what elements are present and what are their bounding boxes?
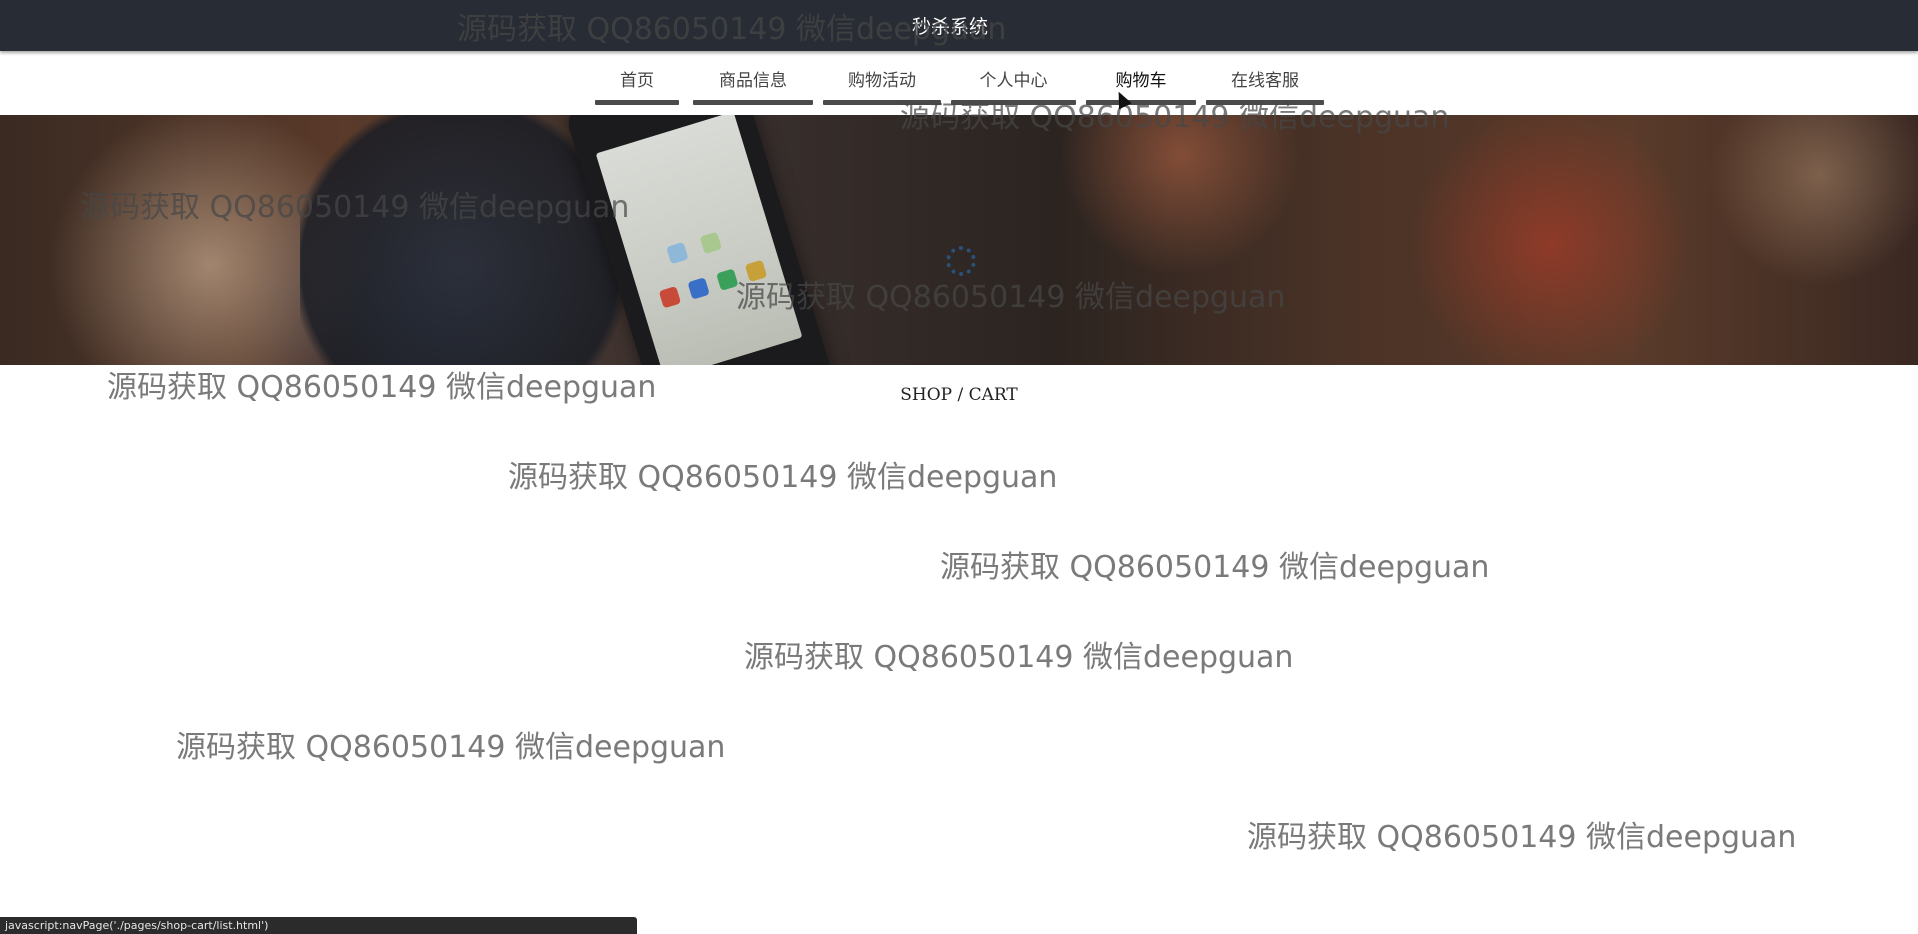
app-icon (658, 285, 682, 309)
nav-item-profile[interactable]: 个人中心 (951, 68, 1076, 108)
watermark-text: 源码获取 QQ86050149 微信deepguan (508, 460, 1058, 495)
main-nav: 首页 商品信息 购物活动 个人中心 购物车 在线客服 (0, 51, 1918, 115)
nav-item-support[interactable]: 在线客服 (1206, 68, 1324, 108)
watermark-text: 源码获取 QQ86050149 微信deepguan (176, 730, 726, 765)
nav-item-label: 购物活动 (848, 71, 916, 91)
nav-underline (595, 100, 679, 105)
nav-item-cart[interactable]: 购物车 (1086, 68, 1196, 108)
loading-spinner-icon (946, 246, 976, 276)
nav-item-label: 商品信息 (719, 71, 787, 91)
nav-item-activities[interactable]: 购物活动 (823, 68, 941, 108)
browser-status-url: javascript:navPage('./pages/shop-cart/li… (0, 917, 637, 934)
breadcrumb: SHOP / CART (900, 385, 1018, 405)
nav-underline (951, 100, 1076, 105)
watermark-text: 源码获取 QQ86050149 微信deepguan (940, 550, 1490, 585)
watermark-text: 源码获取 QQ86050149 微信deepguan (1247, 820, 1797, 855)
nav-item-label: 首页 (620, 71, 654, 91)
watermark-text: 源码获取 QQ86050149 微信deepguan (744, 640, 1294, 675)
top-header-bar: 秒杀系统 (0, 0, 1918, 51)
app-icon (744, 259, 768, 283)
nav-underline (693, 100, 813, 105)
nav-underline (823, 100, 941, 105)
hero-banner-image (0, 115, 1918, 365)
nav-underline (1206, 100, 1324, 105)
app-icon (666, 241, 689, 265)
nav-item-label: 个人中心 (979, 71, 1048, 91)
app-icon (716, 268, 739, 291)
nav-item-label: 购物车 (1115, 71, 1167, 91)
app-icon (699, 231, 723, 255)
nav-item-products[interactable]: 商品信息 (693, 68, 813, 108)
app-icon (687, 277, 710, 300)
nav-underline (1086, 100, 1196, 105)
nav-item-home[interactable]: 首页 (595, 68, 679, 108)
nav-item-label: 在线客服 (1231, 71, 1299, 91)
site-title: 秒杀系统 (911, 16, 988, 38)
